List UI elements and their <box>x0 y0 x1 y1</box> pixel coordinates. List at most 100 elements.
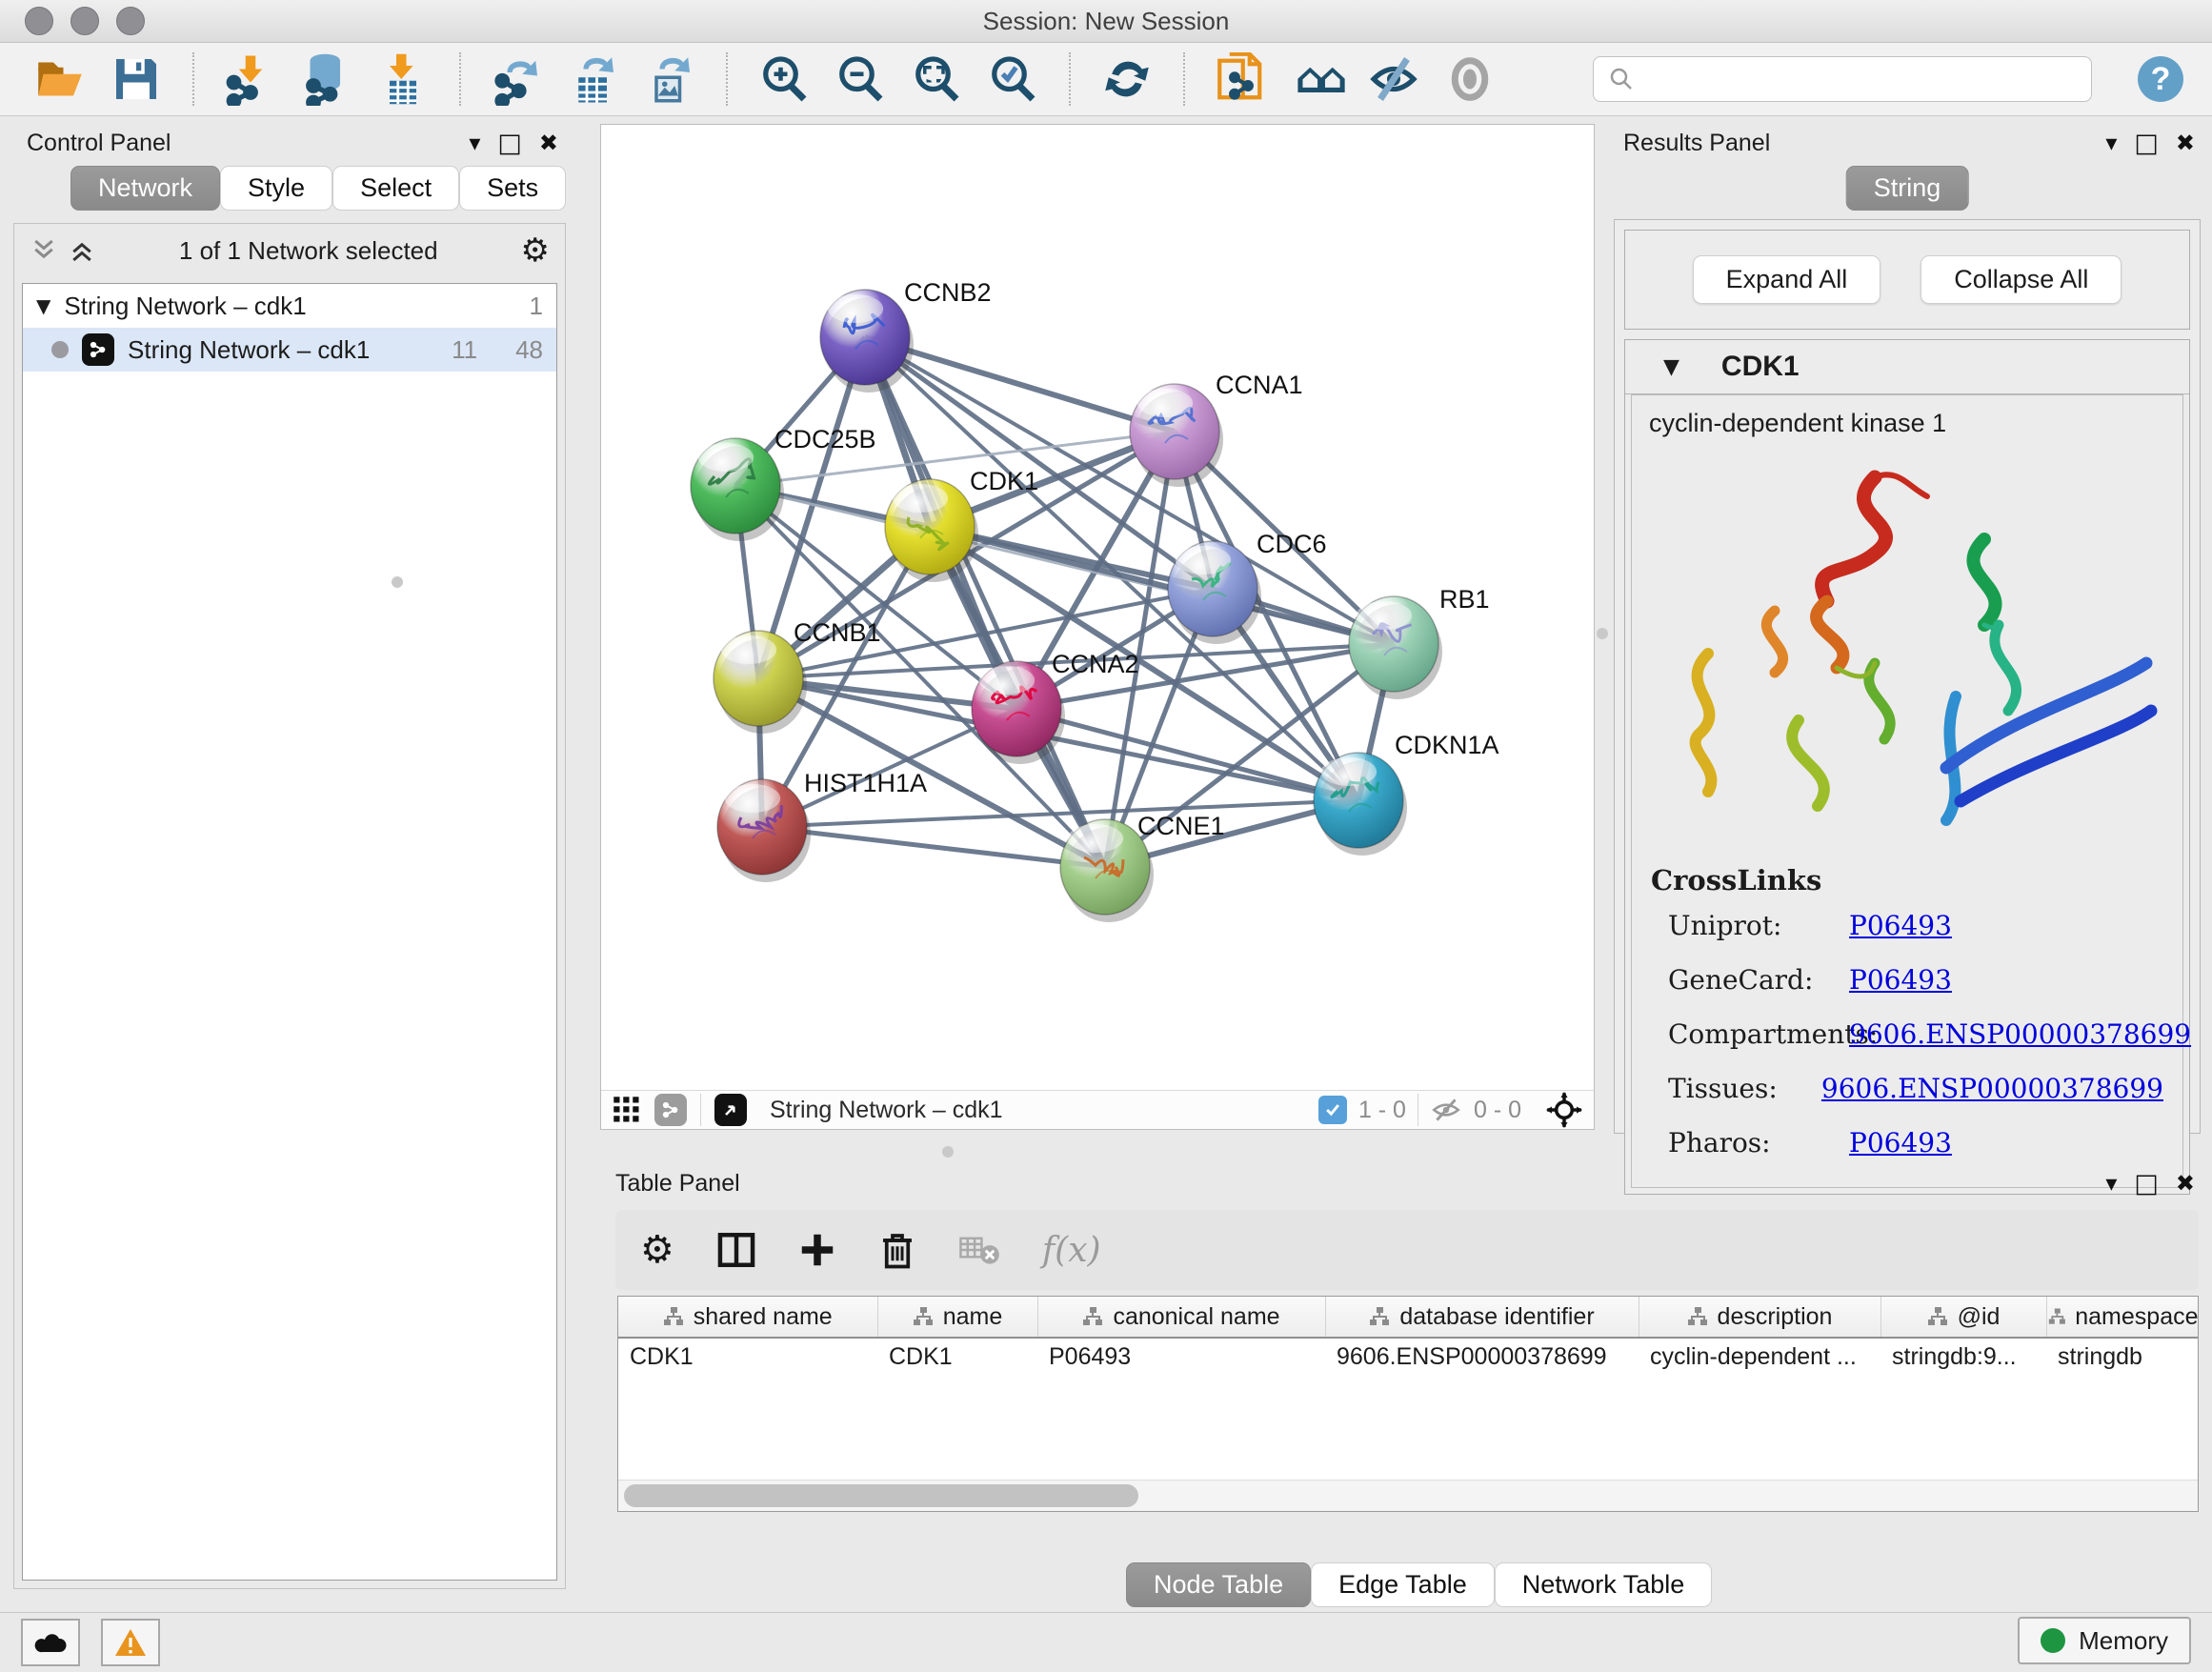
gene-collapse-triangle-icon[interactable]: ▼ <box>1663 355 1679 379</box>
column-header-description[interactable]: description <box>1639 1297 1880 1338</box>
horizontal-splitter-handle[interactable] <box>942 1146 954 1158</box>
column-header-namespace[interactable]: namespace <box>2046 1297 2199 1338</box>
crosslink-link[interactable]: P06493 <box>1849 1127 1952 1158</box>
import-network-database-icon[interactable] <box>299 51 354 107</box>
zoom-fit-icon[interactable] <box>909 51 964 107</box>
zoom-in-icon[interactable] <box>756 51 812 107</box>
network-collection-label: String Network – cdk1 <box>64 292 306 321</box>
close-panel-icon[interactable]: ✖ <box>2176 1170 2195 1197</box>
first-neighbors-icon[interactable]: ⌂⌂ <box>1290 51 1345 107</box>
duplicate-network-icon[interactable] <box>1214 51 1269 107</box>
warning-status-button[interactable] <box>101 1619 160 1666</box>
table-cell[interactable]: stringdb <box>2046 1338 2199 1375</box>
table-cell[interactable]: stringdb:9... <box>1880 1338 2046 1375</box>
crosslink-link[interactable]: 9606.ENSP00000378699 <box>1821 1073 2163 1104</box>
column-header-shared-name[interactable]: shared name <box>618 1297 877 1338</box>
table-row[interactable]: CDK1CDK1P064939606.ENSP00000378699cyclin… <box>618 1338 2199 1375</box>
tab-network-table[interactable]: Network Table <box>1495 1562 1713 1607</box>
close-panel-icon[interactable]: ✖ <box>539 130 558 156</box>
string-view-icon[interactable] <box>654 1094 687 1126</box>
float-panel-icon[interactable]: □ <box>2134 1169 2159 1199</box>
save-session-icon[interactable] <box>109 51 164 107</box>
export-table-icon[interactable] <box>566 51 621 107</box>
column-header-canonical-name[interactable]: canonical name <box>1037 1297 1325 1338</box>
column-header--id[interactable]: @id <box>1880 1297 2046 1338</box>
crosslink-link[interactable]: 9606.ENSP00000378699 <box>1849 1018 2191 1050</box>
open-session-icon[interactable] <box>32 51 88 107</box>
network-node-rb1[interactable]: RB1 <box>1349 585 1490 699</box>
table-cell[interactable]: 9606.ENSP00000378699 <box>1325 1338 1639 1375</box>
zoom-out-icon[interactable] <box>833 51 888 107</box>
network-options-gear-icon[interactable]: ⚙ <box>521 232 550 270</box>
column-header-name[interactable]: name <box>877 1297 1037 1338</box>
import-table-icon[interactable] <box>375 51 431 107</box>
memory-button[interactable]: Memory <box>2018 1617 2191 1664</box>
float-panel-icon[interactable]: □ <box>2134 129 2159 158</box>
panel-menu-icon[interactable]: ▾ <box>469 130 480 156</box>
close-panel-icon[interactable]: ✖ <box>2176 130 2195 156</box>
network-node-cdkn1a[interactable]: CDKN1A <box>1314 731 1499 856</box>
delete-column-icon[interactable] <box>878 1231 916 1269</box>
panel-menu-icon[interactable]: ▾ <box>2105 1170 2117 1197</box>
show-graphics-details-icon[interactable] <box>1442 51 1498 107</box>
table-cell[interactable]: CDK1 <box>877 1338 1037 1375</box>
apply-layout-icon[interactable] <box>1099 51 1155 107</box>
scrollbar-thumb[interactable] <box>624 1484 1138 1507</box>
expand-all-button[interactable]: Expand All <box>1693 255 1881 304</box>
network-view[interactable]: CCNB2CCNA1CDC25BCDK1CDC6RB1CCNB1CCNA2CDK… <box>600 124 1595 1130</box>
network-graph[interactable]: CCNB2CCNA1CDC25BCDK1CDC6RB1CCNB1CCNA2CDK… <box>601 125 1594 1091</box>
collapse-all-icon[interactable] <box>30 236 58 265</box>
export-network-icon[interactable] <box>490 51 545 107</box>
add-column-icon[interactable] <box>798 1231 836 1269</box>
crosslink-row: Compartments:9606.ENSP00000378699 <box>1668 1018 2163 1050</box>
help-icon[interactable]: ? <box>2138 56 2183 102</box>
selected-checkbox-icon[interactable] <box>1318 1096 1347 1124</box>
show-columns-icon[interactable] <box>716 1230 756 1270</box>
crosslink-link[interactable]: P06493 <box>1849 910 1952 941</box>
zoom-selected-icon[interactable] <box>985 51 1040 107</box>
detach-view-icon[interactable] <box>714 1094 747 1126</box>
node-table[interactable]: shared namenamecanonical namedatabase id… <box>617 1296 2199 1512</box>
table-horizontal-scrollbar[interactable] <box>618 1480 2198 1511</box>
tab-select[interactable]: Select <box>332 166 459 211</box>
tab-string[interactable]: String <box>1846 166 1969 211</box>
network-view-toolbar: String Network – cdk1 1 - 0 0 - 0 <box>601 1090 1594 1129</box>
network-row-selected[interactable]: String Network – cdk1 11 48 <box>23 328 556 372</box>
grid-view-icon[interactable] <box>613 1096 641 1124</box>
table-cell[interactable]: cyclin-dependent ... <box>1639 1338 1880 1375</box>
expand-all-icon[interactable] <box>68 236 96 265</box>
network-node-cdc6[interactable]: CDC6 <box>1168 530 1327 644</box>
table-cell[interactable]: P06493 <box>1037 1338 1325 1375</box>
vertical-splitter-handle-left[interactable] <box>392 576 403 588</box>
network-collection-count: 1 <box>530 292 543 321</box>
crosslink-row: Uniprot:P06493 <box>1668 910 2163 941</box>
float-panel-icon[interactable]: □ <box>497 129 522 158</box>
network-node-ccna2[interactable]: CCNA2 <box>972 650 1139 764</box>
panel-menu-icon[interactable]: ▾ <box>2105 130 2117 156</box>
column-header-database-identifier[interactable]: database identifier <box>1325 1297 1639 1338</box>
collapse-all-button[interactable]: Collapse All <box>1920 255 2122 304</box>
node-label: CCNA2 <box>1052 650 1139 678</box>
tab-network[interactable]: Network <box>70 166 220 211</box>
vertical-splitter-handle-right[interactable] <box>1597 628 1608 639</box>
cloud-status-button[interactable] <box>21 1619 80 1666</box>
tab-style[interactable]: Style <box>220 166 332 211</box>
import-network-file-icon[interactable] <box>223 51 278 107</box>
hide-graphics-details-icon[interactable] <box>1366 51 1421 107</box>
hidden-eye-icon[interactable] <box>1430 1096 1462 1124</box>
memory-status-dot <box>2041 1628 2065 1653</box>
crosslink-link[interactable]: P06493 <box>1849 964 1952 996</box>
network-edge[interactable] <box>762 827 1105 867</box>
birds-eye-crosshair-icon[interactable] <box>1546 1092 1582 1128</box>
tab-node-table[interactable]: Node Table <box>1126 1562 1311 1607</box>
tab-sets[interactable]: Sets <box>459 166 566 211</box>
table-cell[interactable]: CDK1 <box>618 1338 877 1375</box>
network-node-ccnb1[interactable]: CCNB1 <box>714 618 881 734</box>
search-input[interactable] <box>1645 65 2078 94</box>
network-collection-row[interactable]: ▼ String Network – cdk1 1 <box>23 284 556 328</box>
table-options-gear-icon[interactable]: ⚙ <box>640 1228 674 1272</box>
network-node-ccne1[interactable]: CCNE1 <box>1060 812 1225 922</box>
collapse-triangle-icon[interactable]: ▼ <box>36 294 50 317</box>
export-image-icon[interactable] <box>642 51 697 107</box>
tab-edge-table[interactable]: Edge Table <box>1311 1562 1495 1607</box>
